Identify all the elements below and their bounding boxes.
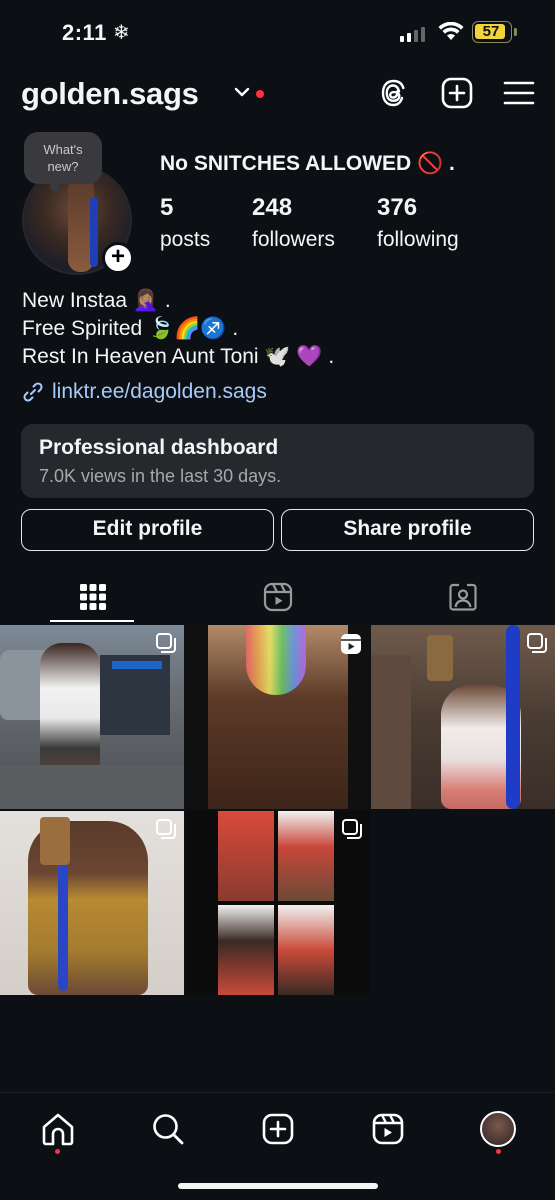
add-story-icon[interactable]: + [102, 242, 134, 274]
home-indicator [178, 1183, 378, 1189]
stat-posts-count: 5 [160, 194, 174, 221]
notification-dot [256, 90, 264, 98]
bio: New Instaa 🤦🏽‍♀️ . Free Spirited 🍃🌈♐️ . … [22, 287, 334, 371]
menu-icon[interactable] [502, 76, 536, 110]
cellular-signal-icon [400, 26, 425, 42]
home-icon[interactable] [40, 1111, 76, 1147]
share-profile-button[interactable]: Share profile [281, 509, 534, 551]
profile-avatar[interactable] [480, 1111, 516, 1147]
dashboard-subtitle: 7.0K views in the last 30 days. [39, 466, 282, 486]
create-post-icon[interactable] [440, 76, 474, 110]
bio-link[interactable]: linktr.ee/dagolden.sags [22, 380, 267, 404]
profile-tabs [0, 570, 555, 624]
stat-followers[interactable]: 248 followers [252, 194, 335, 252]
stat-posts[interactable]: 5 posts [160, 194, 210, 252]
wifi-icon [438, 22, 464, 40]
display-name: No SNITCHES ALLOWED 🚫 . [160, 152, 455, 175]
grid-icon [79, 584, 106, 610]
username-switcher[interactable]: golden.sags [21, 76, 199, 112]
snowflake-icon: ❄ [113, 22, 130, 44]
carousel-icon [342, 819, 362, 839]
professional-dashboard[interactable]: Professional dashboard 7.0K views in the… [21, 424, 534, 498]
bio-link-text: linktr.ee/dagolden.sags [52, 380, 267, 403]
post-tile[interactable] [371, 625, 555, 809]
post-tile[interactable] [0, 811, 184, 995]
home-notification-dot [55, 1149, 60, 1154]
stat-following[interactable]: 376 following [377, 194, 459, 252]
status-time: 2:11 [62, 20, 107, 45]
profile-notification-dot [496, 1149, 501, 1154]
post-tile[interactable] [186, 625, 370, 809]
stat-following-count: 376 [377, 194, 418, 221]
note-bubble-tail [50, 182, 60, 192]
post-tile[interactable] [0, 625, 184, 809]
note-bubble[interactable]: What's new? [24, 132, 102, 184]
reel-icon [341, 634, 361, 654]
status-bar: 2:11 ❄ 57 [0, 0, 555, 64]
battery-level: 57 [482, 23, 500, 40]
note-bubble-text: What's new? [43, 142, 83, 174]
threads-icon[interactable] [377, 76, 411, 110]
carousel-icon [156, 819, 176, 839]
edit-profile-button[interactable]: Edit profile [21, 509, 274, 551]
tab-grid[interactable] [0, 570, 185, 624]
bio-line: Rest In Heaven Aunt Toni 🕊️ 💜 . [22, 345, 335, 368]
tagged-icon [448, 583, 477, 611]
chevron-down-icon[interactable] [234, 86, 250, 98]
bio-line: New Instaa 🤦🏽‍♀️ . [22, 289, 171, 312]
post-tile[interactable] [186, 811, 370, 995]
bio-line: Free Spirited 🍃🌈♐️ . [22, 317, 239, 340]
stat-posts-label: posts [160, 228, 211, 251]
stat-followers-label: followers [252, 228, 335, 251]
reels-icon [263, 582, 292, 612]
link-icon [23, 382, 43, 402]
stat-followers-count: 248 [252, 194, 293, 221]
reels-icon[interactable] [370, 1111, 406, 1147]
tab-reels[interactable] [185, 570, 370, 624]
search-icon[interactable] [150, 1111, 186, 1147]
active-tab-indicator [50, 620, 134, 622]
carousel-icon [527, 633, 547, 653]
battery-icon: 57 [472, 21, 512, 43]
battery-tip [514, 28, 517, 36]
stat-following-label: following [377, 228, 459, 251]
dashboard-title: Professional dashboard [39, 436, 279, 459]
profile-header: golden.sags [0, 70, 555, 120]
carousel-icon [156, 633, 176, 653]
tab-tagged[interactable] [370, 570, 555, 624]
create-icon[interactable] [260, 1111, 296, 1147]
